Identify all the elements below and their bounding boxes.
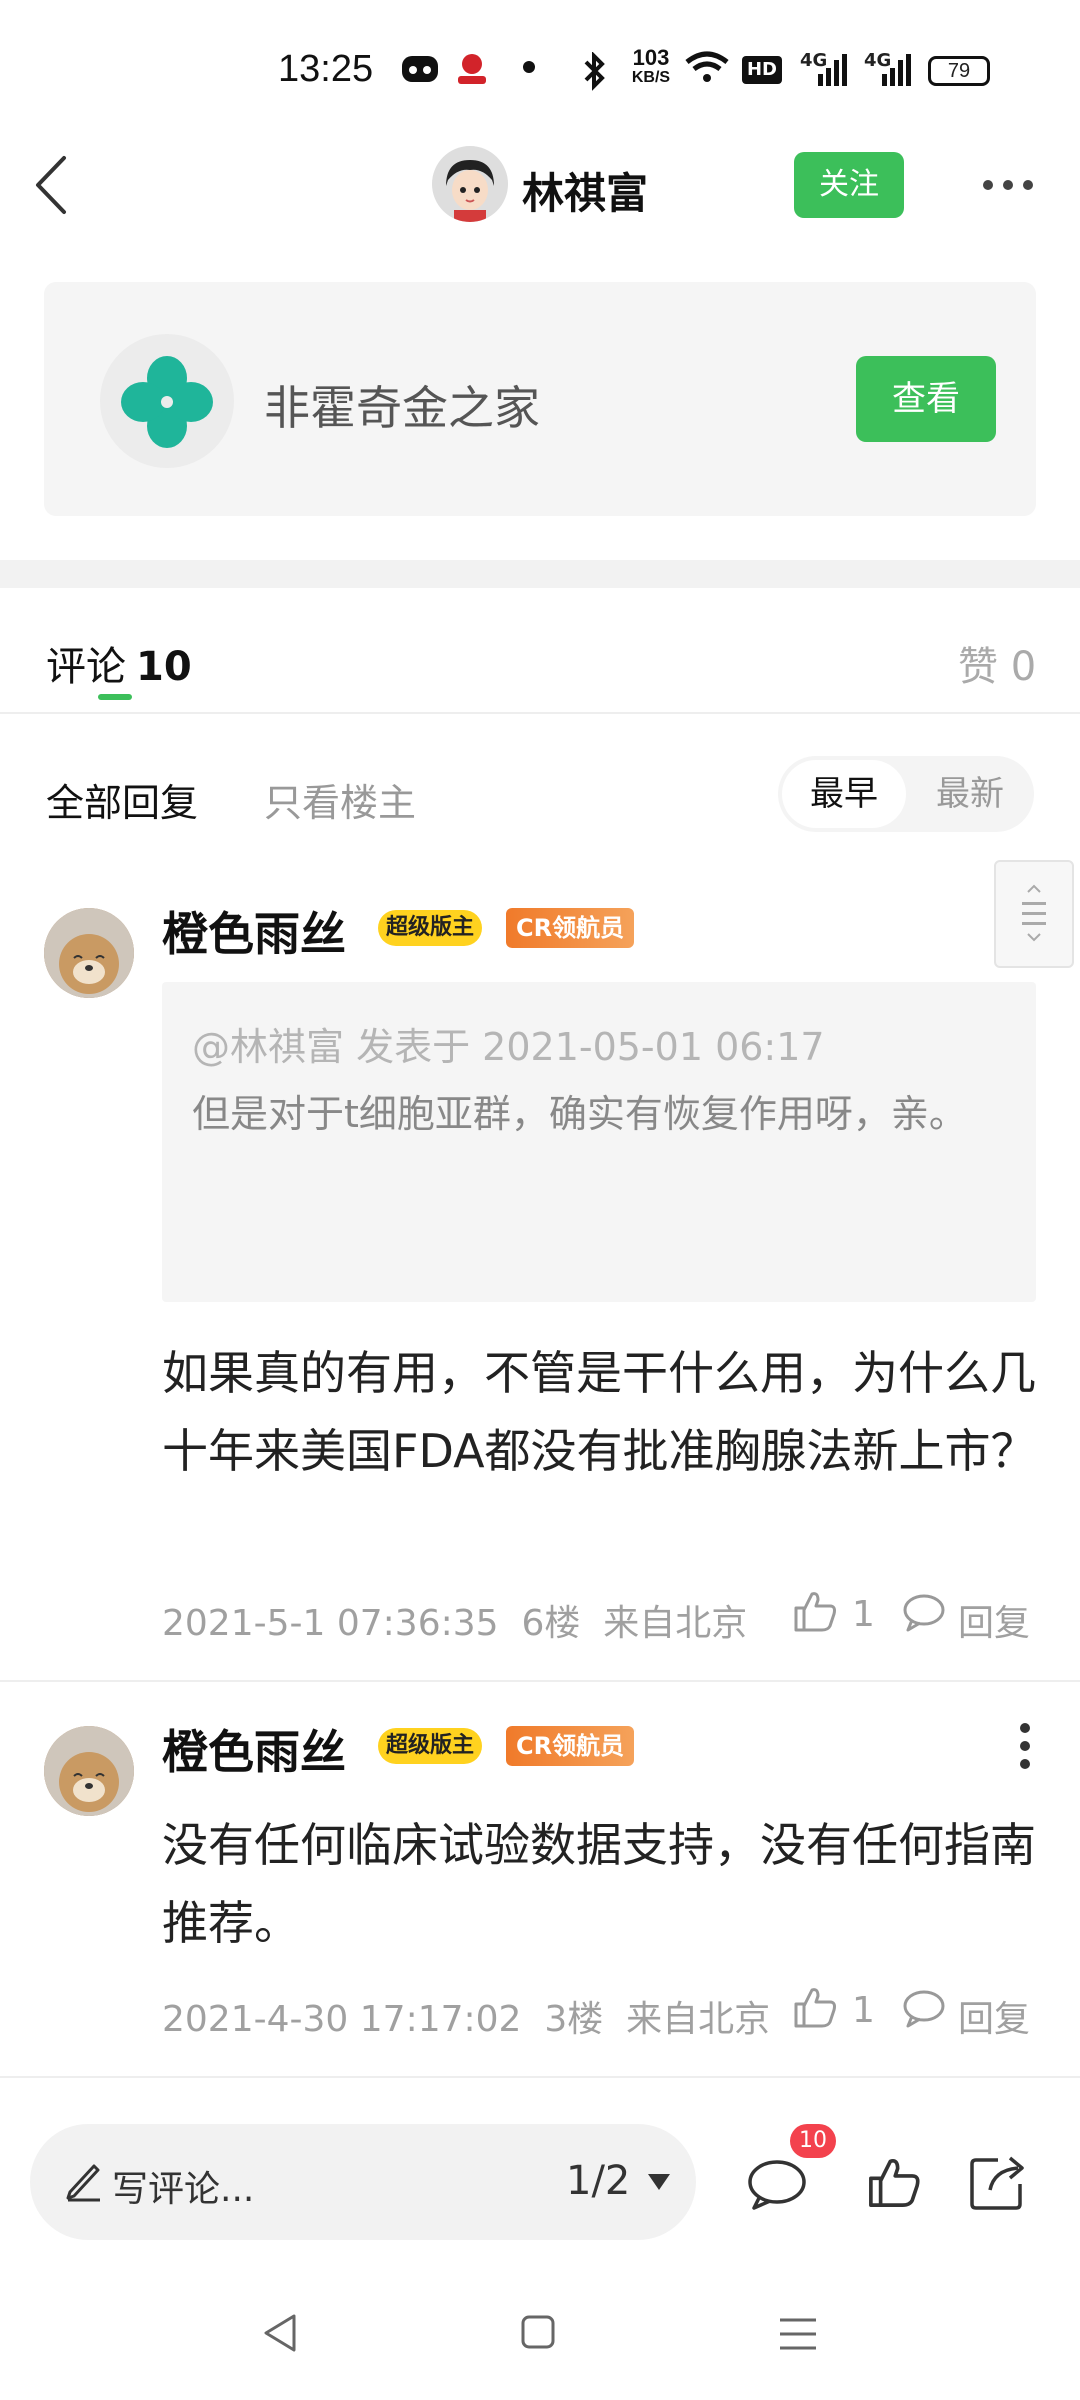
drag-handle-icon	[1022, 884, 1046, 942]
like-icon[interactable]	[792, 1588, 838, 1634]
super-moderator-badge: 超级版主	[378, 910, 483, 946]
clover-icon	[121, 356, 213, 448]
group-name: 非霍奇金之家	[264, 381, 540, 435]
reply-button[interactable]: 回复	[958, 1990, 1030, 2042]
back-icon[interactable]	[28, 150, 78, 220]
comment-body: 如果真的有用，不管是干什么用，为什么几十年来美国FDA都没有批准胸腺法新上市？	[162, 1346, 1037, 1478]
view-group-button[interactable]: 查看	[856, 356, 996, 442]
tab-likes[interactable]: 赞 0	[958, 634, 1036, 692]
comment-more-icon[interactable]	[1010, 1716, 1040, 1776]
cr-pilot-badge: CR领航员	[506, 1726, 635, 1766]
system-nav-bar	[0, 2260, 1080, 2400]
hd-icon: HD	[742, 56, 782, 84]
quote-meta: @林祺富 发表于 2021-05-01 06:17	[192, 1025, 825, 1069]
battery-icon: 79	[928, 56, 990, 86]
comment-divider	[0, 2076, 1080, 2078]
wifi-icon	[685, 51, 729, 82]
share-icon[interactable]	[968, 2152, 1028, 2212]
reply-button[interactable]: 回复	[958, 1594, 1030, 1646]
like-icon[interactable]	[792, 1984, 838, 2030]
dot-icon	[523, 61, 535, 73]
sort-newest-button[interactable]: 最新	[910, 760, 1030, 828]
like-count: 1	[852, 1990, 875, 2031]
commenter-name[interactable]: 橙色雨丝	[162, 898, 346, 964]
app-notification-icon	[402, 56, 438, 82]
comment-placeholder: 写评论...	[112, 2169, 255, 2210]
quoted-comment: @林祺富 发表于 2021-05-01 06:17 但是对于t细胞亚群，确实有恢…	[162, 982, 1036, 1302]
quote-text: 但是对于t细胞亚群，确实有恢复作用呀，亲。	[192, 1092, 967, 1136]
tab-active-indicator	[98, 694, 132, 700]
group-card[interactable]: 非霍奇金之家 查看	[44, 282, 1036, 516]
net-speed: 103 KB/S	[631, 45, 671, 87]
comments-icon[interactable]	[746, 2156, 808, 2212]
comment-divider	[0, 1680, 1080, 1682]
sort-toggle: 最早 最新	[778, 756, 1034, 832]
commenter-avatar[interactable]	[44, 1726, 134, 1816]
group-logo	[100, 334, 234, 468]
like-count: 1	[852, 1594, 875, 1635]
commenter-avatar[interactable]	[44, 908, 134, 998]
tabs-divider	[0, 712, 1080, 714]
scroll-handle[interactable]	[994, 860, 1074, 968]
reply-icon[interactable]	[902, 1592, 946, 1634]
comment-body: 没有任何临床试验数据支持，没有任何指南推荐。	[162, 1818, 1036, 1950]
like-post-icon[interactable]	[866, 2154, 922, 2210]
sort-earliest-button[interactable]: 最早	[782, 760, 906, 828]
nav-menu-icon[interactable]	[778, 2316, 818, 2352]
cr-pilot-badge: CR领航员	[506, 908, 635, 948]
status-bar: 13:25 103 KB/S HD 4G 4G 79	[0, 0, 1080, 140]
more-icon[interactable]	[978, 170, 1038, 200]
status-time: 13:25	[278, 48, 374, 90]
section-divider	[0, 560, 1080, 588]
comment-meta: 2021-4-30 17:17:02 3楼 来自北京	[162, 1999, 771, 2040]
nav-home-icon[interactable]	[520, 2314, 556, 2350]
author-name[interactable]: 林祺富	[522, 160, 648, 221]
comment-count-badge: 10	[790, 2124, 836, 2158]
bluetooth-icon	[584, 52, 605, 91]
app-notification-icon-2	[458, 54, 486, 84]
author-avatar[interactable]	[432, 146, 508, 222]
caret-down-icon[interactable]	[646, 2172, 672, 2192]
comment-input[interactable]: 写评论... 1/2	[30, 2124, 696, 2240]
filter-op-only[interactable]: 只看楼主	[264, 772, 416, 827]
filter-all-replies[interactable]: 全部回复	[46, 772, 198, 827]
reply-icon[interactable]	[902, 1988, 946, 2030]
tab-comments[interactable]: 评论 10	[46, 634, 192, 692]
commenter-name[interactable]: 橙色雨丝	[162, 1716, 346, 1782]
follow-button[interactable]: 关注	[794, 152, 904, 218]
comment-meta: 2021-5-1 07:36:35 6楼 来自北京	[162, 1603, 748, 1644]
nav-back-icon[interactable]	[260, 2312, 300, 2354]
pen-icon	[66, 2164, 100, 2202]
super-moderator-badge: 超级版主	[378, 1728, 483, 1764]
page-indicator[interactable]: 1/2	[566, 2158, 630, 2204]
